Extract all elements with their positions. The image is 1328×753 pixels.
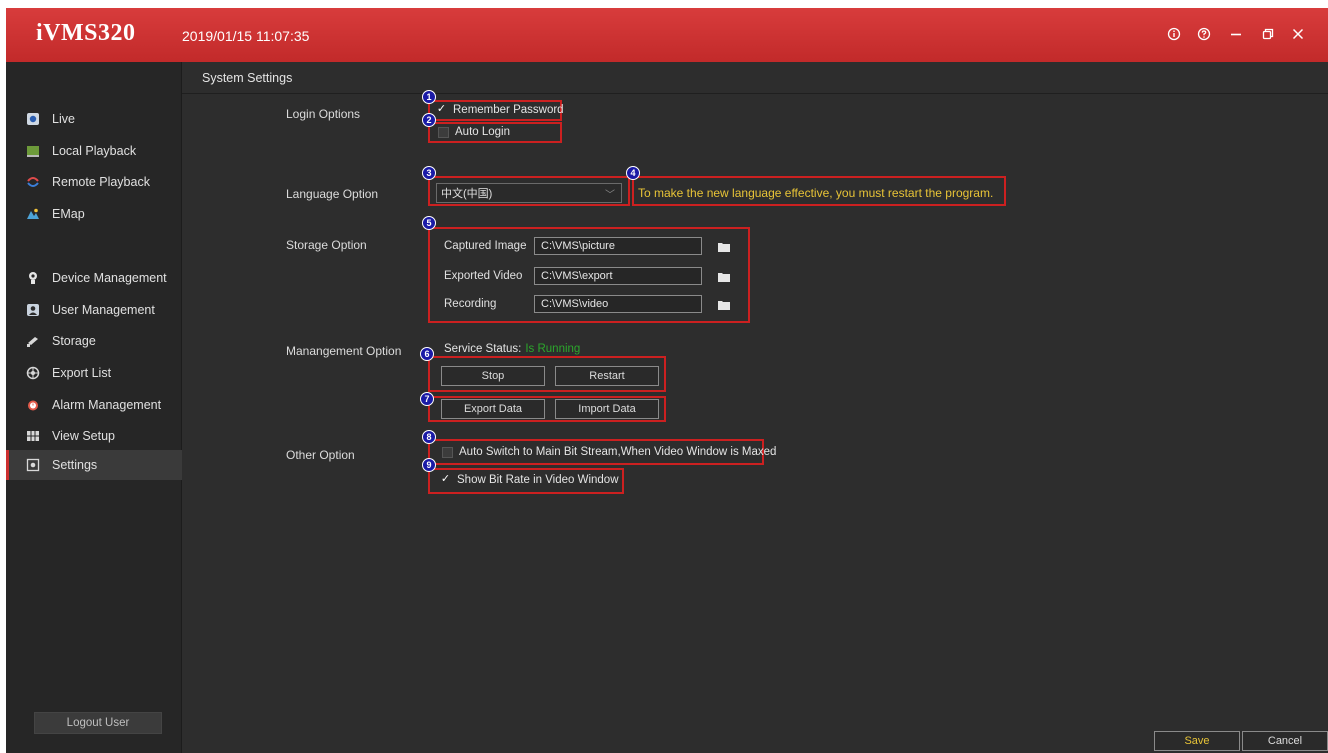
export-list-icon [26,366,40,380]
sidebar-item-view-setup[interactable]: View Setup [6,421,182,451]
restore-icon[interactable] [1256,22,1280,46]
folder-icon[interactable] [718,299,730,310]
sidebar-item-label: Settings [52,458,98,472]
remote-playback-icon [26,175,40,189]
main-panel: System Settings Login Options 1 ✓ Rememb… [182,62,1328,753]
annotation-marker: 5 [422,216,436,230]
sidebar-item-label: Export List [52,366,112,380]
alarm-icon [26,398,40,412]
view-setup-icon [26,429,40,443]
captured-image-path-input[interactable]: C:\VMS\picture [534,237,702,255]
close-icon[interactable] [1286,22,1310,46]
sidebar-item-label: Local Playback [52,144,137,158]
annotation-marker: 4 [626,166,640,180]
sidebar-item-label: Alarm Management [52,398,162,412]
sidebar-item-emap[interactable]: EMap [6,199,182,229]
help-icon[interactable] [1192,22,1216,46]
service-status: Service Status: Is Running [444,343,581,355]
annotation-marker: 9 [422,458,436,472]
title-bar: iVMS320 2019/01/15 11:07:35 [6,8,1328,62]
annotation-marker: 7 [420,392,434,406]
datetime: 2019/01/15 11:07:35 [182,28,310,44]
language-option-label: Language Option [286,187,379,201]
language-restart-note: To make the new language effective, you … [638,186,994,200]
auto-switch-checkbox[interactable]: Auto Switch to Main Bit Stream,When Vide… [442,446,776,458]
sidebar-item-label: Device Management [52,271,167,285]
show-bit-rate-checkbox[interactable]: ✓ Show Bit Rate in Video Window [440,472,619,486]
storage-option-label: Storage Option [286,238,367,252]
service-status-value: Is Running [525,343,581,355]
management-option-label: Manangement Option [286,344,402,358]
sidebar-item-settings[interactable]: Settings [6,450,182,480]
sidebar-item-label: Remote Playback [52,175,150,189]
exported-video-path-input[interactable]: C:\VMS\export [534,267,702,285]
storage-icon [26,334,40,348]
live-icon [26,112,40,126]
restart-button[interactable]: Restart [555,366,659,386]
local-playback-icon [26,144,40,158]
sidebar-item-remote-playback[interactable]: Remote Playback [6,167,182,197]
user-management-icon [26,303,40,317]
chevron-down-icon: ﹀ [605,190,615,201]
sidebar-item-alarm-management[interactable]: Alarm Management [6,390,182,420]
sidebar-item-local-playback[interactable]: Local Playback [6,136,182,166]
sidebar-item-export-list[interactable]: Export List [6,358,182,388]
sidebar-item-storage[interactable]: Storage [6,326,182,356]
logout-button[interactable]: Logout User [34,712,162,734]
recording-path-input[interactable]: C:\VMS\video [534,295,702,313]
auto-login-checkbox[interactable]: Auto Login [438,126,510,138]
remember-password-checkbox[interactable]: ✓ Remember Password [436,102,564,116]
recording-label: Recording [444,298,497,310]
info-icon[interactable] [1162,22,1186,46]
stop-button[interactable]: Stop [441,366,545,386]
captured-image-label: Captured Image [444,240,527,252]
app-title: iVMS320 [36,20,136,46]
save-button[interactable]: Save [1154,731,1240,751]
folder-icon[interactable] [718,271,730,282]
annotation-marker: 1 [422,90,436,104]
sidebar: Live Local Playback Remote Playback EMap… [6,62,182,753]
checkmark-icon: ✓ [436,102,447,115]
minimize-icon[interactable] [1224,22,1248,46]
exported-video-label: Exported Video [444,270,523,282]
sidebar-item-label: User Management [52,303,155,317]
annotation-marker: 6 [420,347,434,361]
cancel-button[interactable]: Cancel [1242,731,1328,751]
sidebar-item-label: Storage [52,334,96,348]
device-management-icon [26,271,40,285]
settings-icon [26,458,40,472]
page-title: System Settings [202,71,293,85]
import-data-button[interactable]: Import Data [555,399,659,419]
annotation-marker: 3 [422,166,436,180]
checkmark-icon: ✓ [440,472,451,485]
sidebar-item-label: View Setup [52,429,116,443]
folder-icon[interactable] [718,241,730,252]
sidebar-item-label: Live [52,112,75,126]
sidebar-item-live[interactable]: Live [6,104,182,134]
section-header: System Settings [182,62,1328,94]
sidebar-item-label: EMap [52,207,85,221]
app-window: iVMS320 2019/01/15 11:07:35 Live Local P… [6,8,1328,753]
export-data-button[interactable]: Export Data [441,399,545,419]
sidebar-item-user-management[interactable]: User Management [6,295,182,325]
emap-icon [26,207,40,221]
sidebar-item-device-management[interactable]: Device Management [6,263,182,293]
other-option-label: Other Option [286,448,355,462]
annotation-marker: 8 [422,430,436,444]
language-select[interactable]: 中文(中国) ﹀ [436,183,622,203]
login-options-label: Login Options [286,107,361,121]
annotation-marker: 2 [422,113,436,127]
